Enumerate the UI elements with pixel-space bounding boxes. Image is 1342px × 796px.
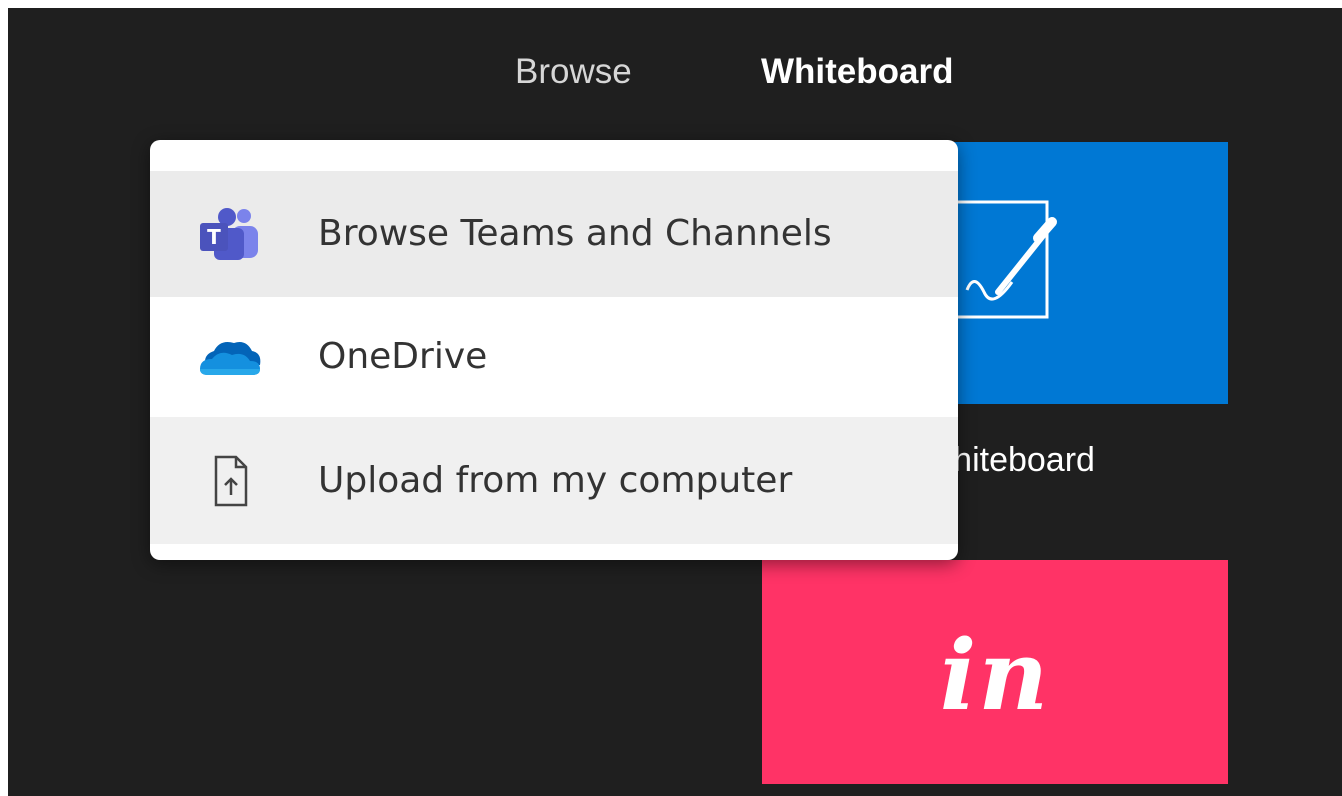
tab-browse[interactable]: Browse [515,52,632,92]
menu-item-onedrive[interactable]: OneDrive [150,297,958,417]
menu-item-label: Browse Teams and Channels [318,213,832,254]
apps-panel: Browse Whiteboard Whiteboard in T Browse… [8,8,1342,796]
browse-dropdown-menu: T Browse Teams and Channels OneDrive Upl… [150,140,958,560]
menu-item-upload-computer[interactable]: Upload from my computer [150,417,958,544]
teams-icon: T [192,204,264,264]
invision-tile[interactable]: in [762,560,1228,784]
tab-whiteboard[interactable]: Whiteboard [761,52,953,92]
svg-text:T: T [207,225,221,249]
menu-item-label: Upload from my computer [318,459,793,501]
menu-item-browse-teams[interactable]: T Browse Teams and Channels [150,171,958,297]
menu-item-label: OneDrive [318,336,488,377]
onedrive-icon [192,327,264,387]
invision-logo: in [939,619,1051,732]
upload-file-icon [192,451,264,511]
